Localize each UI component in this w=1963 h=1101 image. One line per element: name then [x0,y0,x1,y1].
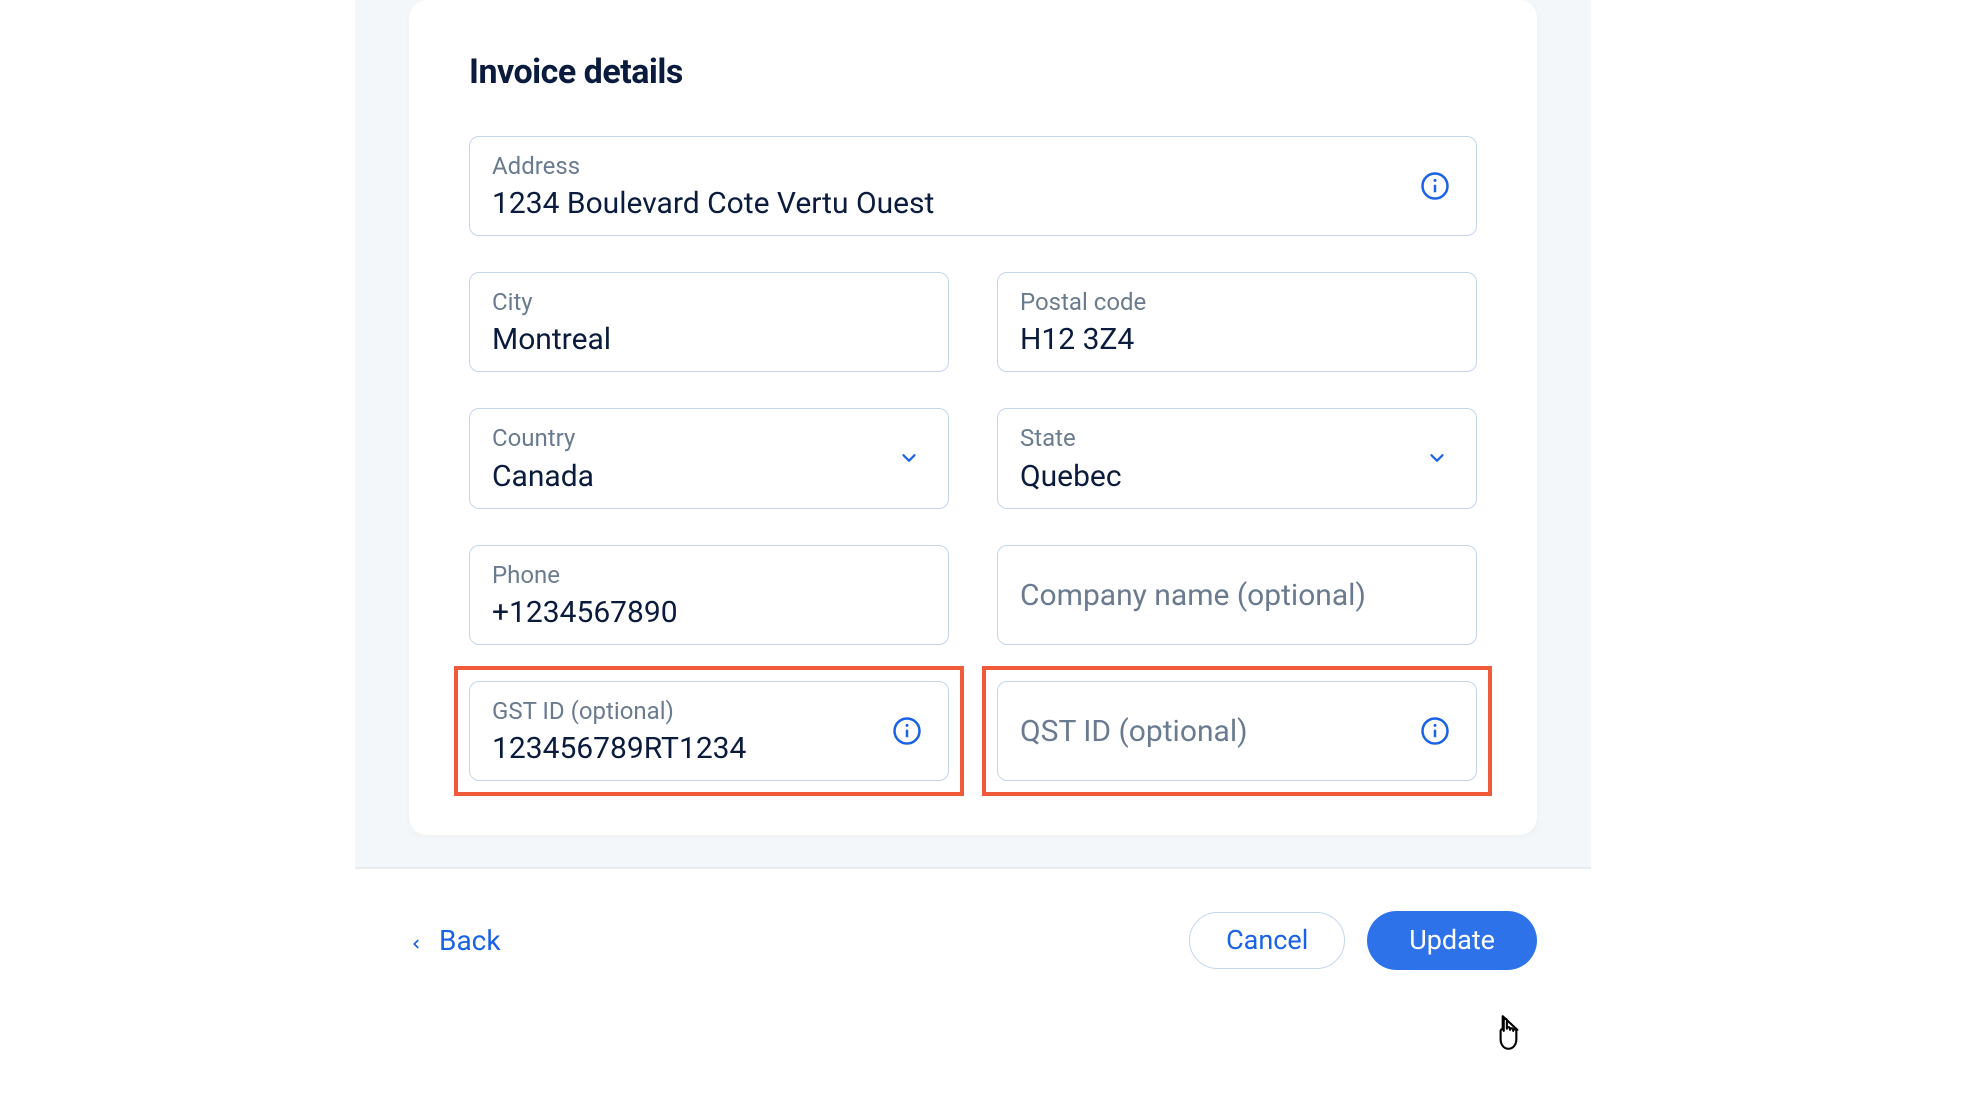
back-label: Back [439,924,501,957]
city-label: City [492,287,926,318]
postal-label: Postal code [1020,287,1454,318]
panel-background: Invoice details Address 1234 Boulevard C… [355,0,1591,869]
qst-field-wrap: QST ID (optional) [997,681,1477,781]
address-label: Address [492,151,1454,182]
page-container: Invoice details Address 1234 Boulevard C… [355,0,1591,970]
gst-field-wrap: GST ID (optional) 123456789RT1234 [469,681,949,781]
actions: Cancel Update [1189,911,1537,970]
back-link[interactable]: Back [409,924,501,957]
card-title: Invoice details [469,52,1477,92]
country-select[interactable]: Country Canada [469,408,949,508]
phone-field-wrap: Phone +1234567890 [469,545,949,645]
qst-field[interactable]: QST ID (optional) [997,681,1477,781]
gst-value: 123456789RT1234 [492,729,926,768]
state-field-wrap: State Quebec [997,408,1477,508]
row-gst-qst: GST ID (optional) 123456789RT1234 QST ID… [469,681,1477,781]
row-country-state: Country Canada State Quebec [469,408,1477,508]
address-field-wrap: Address 1234 Boulevard Cote Vertu Ouest [469,136,1477,236]
cursor-pointer-icon [1491,1012,1527,1054]
info-icon[interactable] [892,716,922,746]
invoice-details-card: Invoice details Address 1234 Boulevard C… [409,0,1537,835]
row-phone-company: Phone +1234567890 Company name (optional… [469,545,1477,645]
bottom-bar: Back Cancel Update [355,869,1591,970]
info-icon[interactable] [1420,171,1450,201]
phone-value: +1234567890 [492,593,926,632]
city-field[interactable]: City Montreal [469,272,949,372]
state-select[interactable]: State Quebec [997,408,1477,508]
address-value: 1234 Boulevard Cote Vertu Ouest [492,184,1454,223]
chevron-left-icon [409,929,423,951]
gst-label: GST ID (optional) [492,696,926,727]
qst-placeholder: QST ID (optional) [1020,712,1454,751]
state-label: State [1020,423,1454,454]
gst-field[interactable]: GST ID (optional) 123456789RT1234 [469,681,949,781]
postal-value: H12 3Z4 [1020,320,1454,359]
country-label: Country [492,423,926,454]
state-value: Quebec [1020,457,1454,496]
info-icon[interactable] [1420,716,1450,746]
company-field-wrap: Company name (optional) [997,545,1477,645]
row-city-postal: City Montreal Postal code H12 3Z4 [469,272,1477,372]
company-field[interactable]: Company name (optional) [997,545,1477,645]
country-value: Canada [492,457,926,496]
country-field-wrap: Country Canada [469,408,949,508]
cancel-button[interactable]: Cancel [1189,912,1345,969]
chevron-down-icon [1426,447,1448,469]
phone-label: Phone [492,560,926,591]
chevron-down-icon [898,447,920,469]
address-field[interactable]: Address 1234 Boulevard Cote Vertu Ouest [469,136,1477,236]
row-address: Address 1234 Boulevard Cote Vertu Ouest [469,136,1477,236]
city-field-wrap: City Montreal [469,272,949,372]
company-placeholder: Company name (optional) [1020,576,1454,615]
update-button[interactable]: Update [1367,911,1537,970]
phone-field[interactable]: Phone +1234567890 [469,545,949,645]
postal-field-wrap: Postal code H12 3Z4 [997,272,1477,372]
postal-field[interactable]: Postal code H12 3Z4 [997,272,1477,372]
city-value: Montreal [492,320,926,359]
